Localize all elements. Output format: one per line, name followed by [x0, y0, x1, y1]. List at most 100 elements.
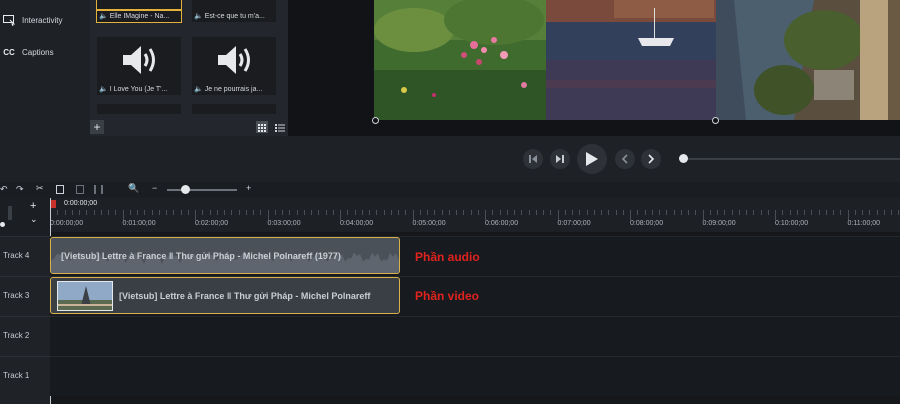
zoom-magnifier-icon: 🔍	[128, 183, 140, 193]
ruler-tick	[608, 210, 610, 215]
sidebar-item-captions[interactable]: CC Captions	[0, 41, 90, 63]
track-header-controls: + ⌄	[0, 198, 50, 236]
ruler-tick	[746, 210, 747, 215]
previous-marker-button[interactable]	[615, 149, 635, 169]
ruler-tick	[601, 210, 602, 215]
video-clip[interactable]: [Vietsub] Lettre à France ‖ Thư gửi Pháp…	[50, 277, 400, 314]
add-media-button[interactable]: +	[90, 120, 104, 134]
ruler-tick	[238, 210, 240, 215]
copy-icon[interactable]	[56, 185, 64, 194]
collapse-tracks-icon[interactable]: ⌄	[30, 214, 38, 225]
media-tile-partial[interactable]	[97, 104, 181, 114]
ruler-tick	[427, 210, 428, 215]
chevron-right-icon	[648, 154, 655, 164]
ruler-label: 0:02:00;00	[195, 220, 229, 227]
ruler-tick	[550, 210, 552, 215]
zoom-in-icon[interactable]: +	[246, 183, 251, 193]
media-tile[interactable]: 🔈 Je ne pourrais ja...	[192, 37, 276, 95]
previous-frame-button[interactable]	[523, 149, 543, 169]
play-button[interactable]	[577, 144, 607, 174]
annotation-audio: Phần audio	[415, 250, 480, 264]
scrub-handle[interactable]	[679, 154, 688, 163]
list-view-icon[interactable]	[274, 121, 286, 133]
add-track-button[interactable]: +	[30, 200, 36, 212]
ruler-tick	[666, 210, 668, 215]
track-lane-1[interactable]	[50, 356, 900, 396]
ruler-label: 0:07:00;00	[557, 220, 591, 227]
audio-clip[interactable]: [Vietsub] Lettre à France ‖ Thư gửi Pháp…	[50, 237, 400, 274]
tools-sidebar: Interactivity CC Captions	[0, 0, 90, 136]
ruler-tick	[441, 210, 443, 215]
ruler-tick	[100, 210, 102, 215]
scrub-bar[interactable]	[684, 158, 900, 160]
track-height-handle[interactable]	[0, 222, 5, 227]
undo-icon[interactable]: ↶	[0, 184, 8, 195]
ruler-tick	[804, 210, 805, 215]
redo-icon[interactable]: ↷	[16, 184, 24, 195]
captions-icon: CC	[3, 47, 15, 57]
cut-icon[interactable]: ✂	[36, 183, 44, 194]
ruler-tick	[202, 210, 204, 215]
ruler-tick	[847, 210, 849, 220]
ruler-tick	[854, 210, 856, 215]
ruler-tick	[724, 210, 726, 215]
chevron-left-icon	[621, 154, 628, 164]
ruler-tick	[869, 210, 871, 215]
ruler-tick	[282, 210, 283, 215]
track-header[interactable]: Track 4	[0, 236, 50, 276]
ruler-tick	[477, 210, 479, 215]
annotation-video: Phần video	[415, 289, 480, 303]
ruler-tick	[767, 210, 769, 215]
track-height-icon[interactable]	[8, 206, 12, 220]
zoom-slider[interactable]	[167, 189, 237, 191]
ruler-tick	[347, 210, 349, 215]
ruler-tick	[709, 210, 711, 215]
ruler-tick	[622, 210, 624, 215]
ruler-label: 0:01:00;00	[122, 220, 156, 227]
zoom-slider-handle[interactable]	[181, 185, 190, 194]
canvas-handle[interactable]	[372, 117, 379, 124]
ruler-label: 0:03:00;00	[267, 220, 301, 227]
ruler-tick	[390, 210, 392, 215]
ruler-tick	[680, 210, 682, 215]
media-tile[interactable]: 🔈 I Love You (Je T'...	[97, 37, 181, 95]
ruler-tick	[564, 210, 566, 215]
playback-bar	[0, 136, 900, 182]
ruler-tick	[782, 210, 784, 215]
ruler-tick	[253, 210, 254, 215]
grid-view-icon[interactable]	[256, 121, 268, 133]
ruler-tick	[688, 210, 689, 215]
ruler-tick	[332, 210, 334, 215]
next-frame-button[interactable]	[550, 149, 570, 169]
track-lane-2[interactable]	[50, 316, 900, 356]
zoom-out-icon[interactable]: −	[152, 183, 157, 193]
next-marker-button[interactable]	[641, 149, 661, 169]
ruler-tick	[456, 210, 457, 215]
ruler-tick	[231, 210, 233, 215]
ruler-tick	[79, 210, 80, 215]
ruler-tick	[760, 210, 762, 215]
media-bin: 🔈 Elle IMagine - Na... 🔈 Est-ce que tu m…	[90, 0, 288, 136]
ruler-tick	[485, 210, 486, 220]
ruler-label: 0:11:00;00	[847, 220, 881, 227]
split-icon[interactable]	[94, 185, 103, 194]
canvas-handle[interactable]	[712, 117, 719, 124]
paste-icon[interactable]	[76, 185, 84, 194]
track-header[interactable]: Track 1	[0, 356, 50, 396]
media-tile-partial[interactable]	[192, 104, 276, 114]
timeline-ruler[interactable]: 0:00:00;00 0:00:00;00 0:01:00;00 0:02:00;0…	[50, 198, 900, 232]
ruler-tick	[673, 210, 675, 215]
ruler-tick	[543, 210, 544, 215]
sidebar-item-interactivity[interactable]: Interactivity	[0, 9, 90, 31]
ruler-tick	[383, 210, 385, 215]
ruler-tick	[593, 210, 595, 215]
ruler-tick	[659, 210, 660, 215]
ruler-tick	[303, 210, 305, 215]
ruler-tick	[753, 210, 755, 215]
track-header[interactable]: Track 2	[0, 316, 50, 356]
preview-canvas[interactable]	[374, 0, 900, 120]
ruler-tick	[825, 210, 827, 215]
track-header[interactable]: Track 3	[0, 276, 50, 316]
ruler-tick	[651, 210, 653, 215]
ruler-tick	[245, 210, 247, 215]
